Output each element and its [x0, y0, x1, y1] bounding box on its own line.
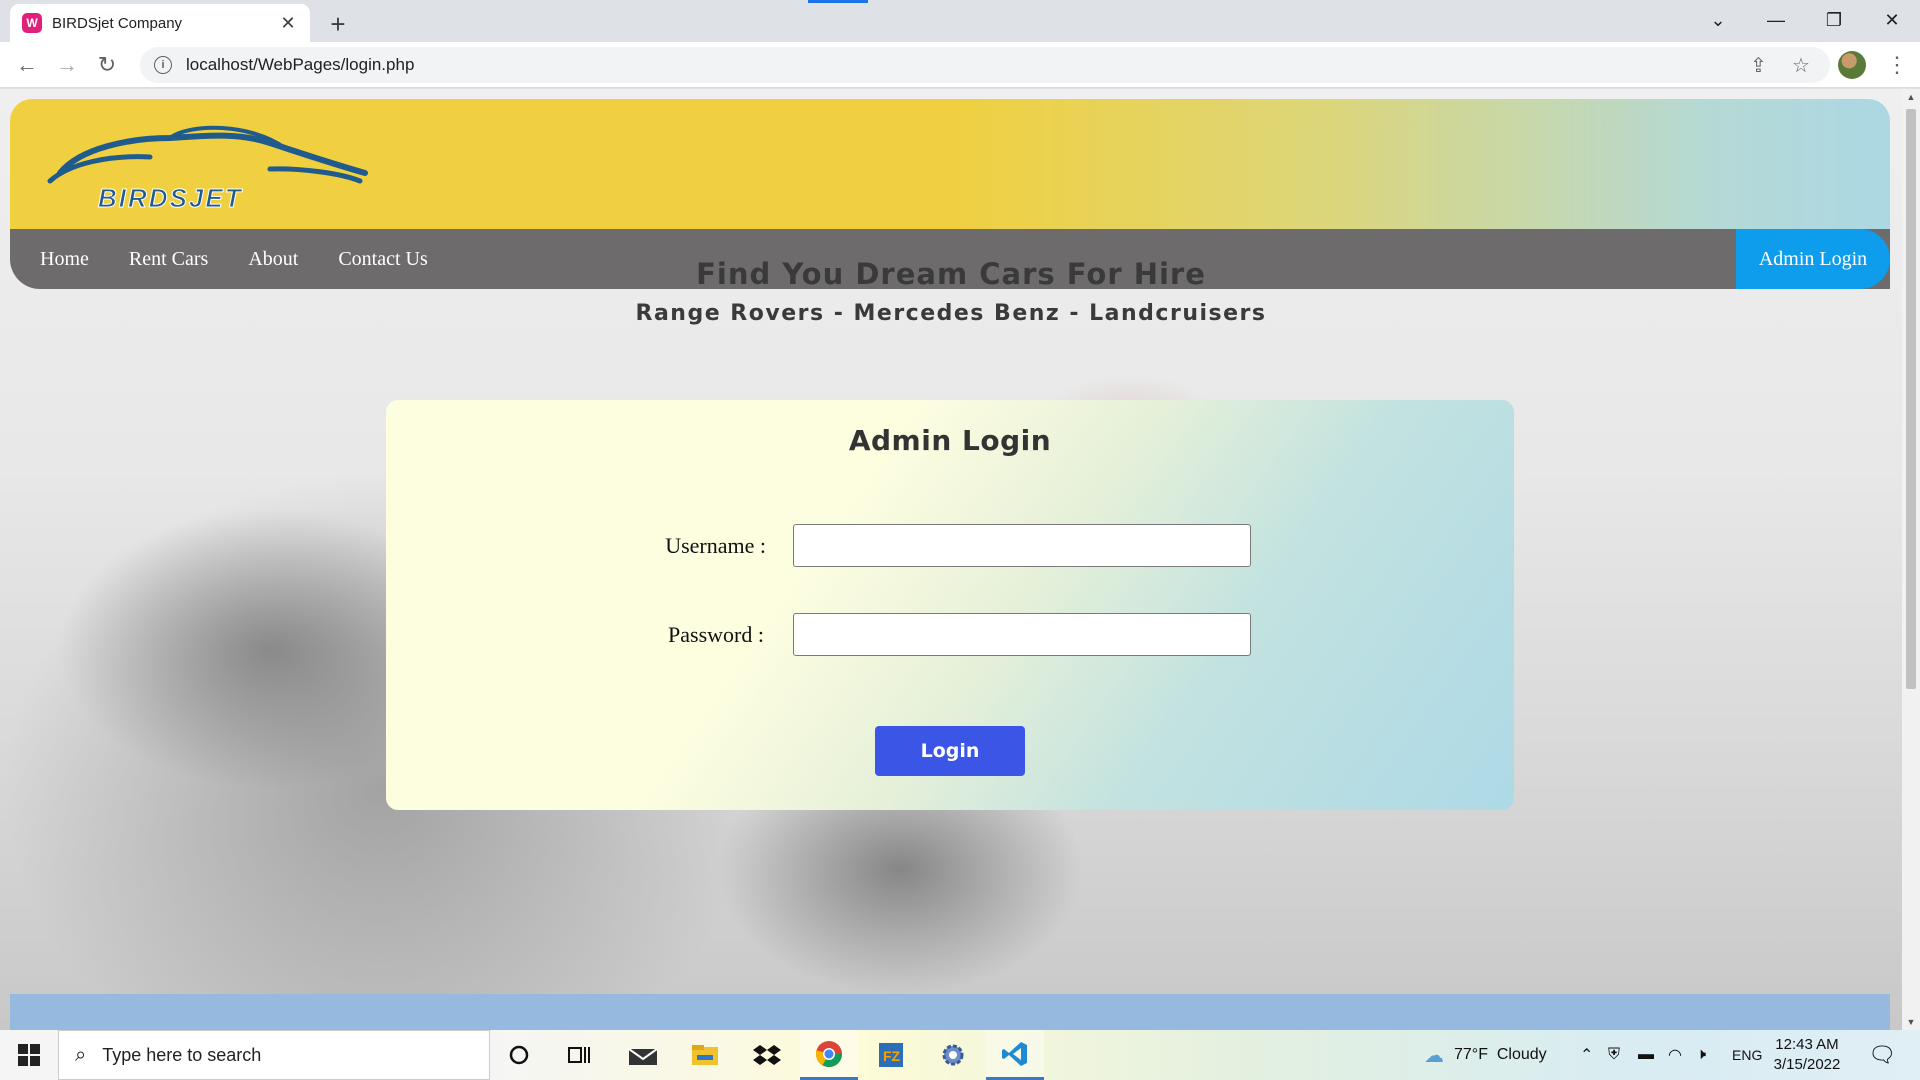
browser-toolbar: ← → ↻ i localhost/WebPages/login.php ⇪ ☆… [0, 42, 1920, 88]
restore-button[interactable]: ❐ [1806, 0, 1862, 40]
taskbar-search-box[interactable]: ⌕ Type here to search [58, 1030, 490, 1080]
password-label: Password : [668, 622, 764, 647]
show-hidden-icons-icon[interactable]: ⌃ [1580, 1030, 1593, 1080]
windows-logo-icon [18, 1044, 40, 1066]
site-header: BIRDSJET [10, 99, 1890, 229]
logo-text: BIRDSJET [98, 183, 243, 213]
birdsjet-logo[interactable]: BIRDSJET [40, 113, 370, 213]
tab-close-icon[interactable]: ✕ [278, 13, 298, 33]
page-viewport: BIRDSJET Home Rent Cars About Contact Us… [0, 89, 1902, 1030]
windows-taskbar: ⌕ Type here to search FZ ☁ 77°F Cloudy ⌃… [0, 1030, 1920, 1080]
search-icon: ⌕ [75, 1043, 87, 1066]
chrome-icon[interactable] [800, 1030, 858, 1080]
mail-icon[interactable] [614, 1030, 672, 1080]
battery-icon[interactable]: ▬ [1638, 1030, 1654, 1080]
file-explorer-icon[interactable] [676, 1030, 734, 1080]
forward-button[interactable]: → [50, 48, 84, 82]
scroll-up-icon[interactable]: ▲ [1902, 89, 1920, 105]
profile-avatar[interactable] [1838, 51, 1866, 79]
start-button[interactable] [0, 1030, 58, 1080]
cortana-icon[interactable] [490, 1030, 548, 1080]
password-input[interactable] [793, 613, 1251, 656]
clock-date: 3/15/2022 [1773, 1056, 1841, 1073]
defender-icon[interactable]: ⛨ [1608, 1030, 1620, 1080]
weather-widget[interactable]: ☁ 77°F Cloudy [1424, 1030, 1547, 1080]
hero-title: Find You Dream Cars For Hire [696, 257, 1206, 291]
minimize-button[interactable]: — [1748, 0, 1804, 40]
cloud-weather-icon: ☁ [1424, 1044, 1444, 1067]
admin-login-card: Admin Login Username : Password : Login [386, 400, 1514, 810]
taskbar-search-placeholder: Type here to search [102, 1044, 262, 1065]
volume-muted-icon[interactable]: 🕨 [1696, 1030, 1706, 1080]
hero-subtitle: Range Rovers - Mercedes Benz - Landcruis… [635, 301, 1267, 326]
wifi-icon[interactable]: ◠ [1668, 1030, 1682, 1080]
login-submit-button[interactable]: Login [875, 726, 1025, 776]
back-button[interactable]: ← [10, 48, 44, 82]
clock-time: 12:43 AM [1775, 1036, 1839, 1053]
username-input[interactable] [793, 524, 1251, 567]
reload-button[interactable]: ↻ [90, 48, 124, 82]
tab-search-dropdown-icon[interactable]: ⌄ [1690, 0, 1746, 40]
taskbar-clock[interactable]: 12:43 AM 3/15/2022 [1762, 1035, 1852, 1075]
address-bar[interactable]: i localhost/WebPages/login.php ⇪ ☆ [140, 47, 1830, 83]
task-view-icon[interactable] [550, 1030, 608, 1080]
close-window-button[interactable]: ✕ [1864, 0, 1920, 40]
site-info-icon[interactable]: i [154, 56, 172, 74]
browser-tab[interactable]: W BIRDSjet Company ✕ [10, 4, 310, 42]
language-indicator[interactable]: ENG [1732, 1030, 1762, 1080]
site-footer [10, 994, 1890, 1030]
login-card-title: Admin Login [848, 424, 1052, 457]
filezilla-icon[interactable]: FZ [862, 1030, 920, 1080]
dropbox-icon[interactable] [738, 1030, 796, 1080]
username-label: Username : [665, 533, 766, 558]
site-favicon-icon: W [22, 13, 42, 33]
url-text[interactable]: localhost/WebPages/login.php [186, 55, 414, 75]
svg-text:FZ: FZ [883, 1048, 901, 1064]
browser-tab-strip: W BIRDSjet Company ✕ + ⌄ — ❐ ✕ [0, 0, 1920, 42]
tab-loading-indicator [808, 0, 868, 3]
new-tab-button[interactable]: + [322, 8, 354, 40]
browser-menu-icon[interactable]: ⋮ [1882, 48, 1912, 82]
tab-title: BIRDSjet Company [52, 14, 183, 32]
notifications-icon[interactable]: 🗨 [1868, 1030, 1896, 1080]
bookmark-star-icon[interactable]: ☆ [1792, 47, 1810, 83]
vscode-icon[interactable] [986, 1030, 1044, 1080]
share-icon[interactable]: ⇪ [1750, 47, 1767, 83]
scrollbar-thumb[interactable] [1906, 109, 1916, 689]
page-scrollbar[interactable]: ▲ ▼ [1902, 89, 1920, 1030]
weather-text: 77°F Cloudy [1454, 1046, 1547, 1063]
scroll-down-icon[interactable]: ▼ [1902, 1014, 1920, 1030]
settings-gear-icon[interactable] [924, 1030, 982, 1080]
